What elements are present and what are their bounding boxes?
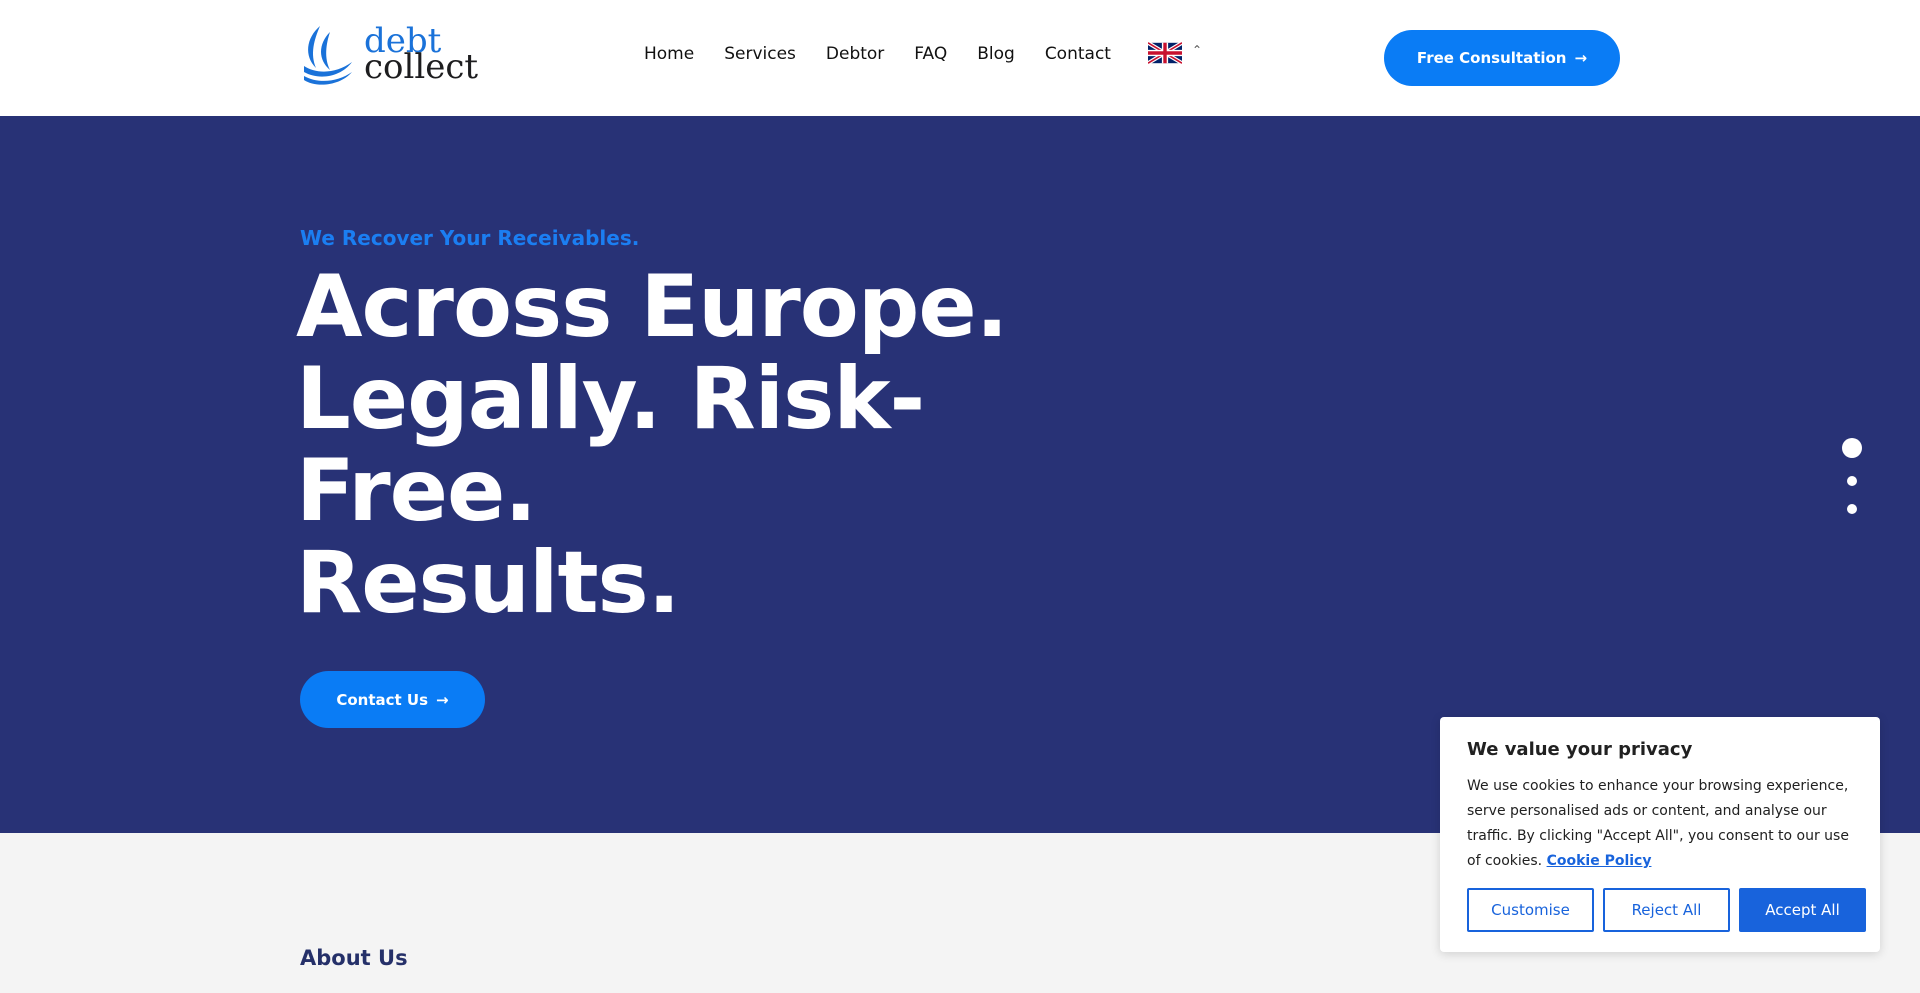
logo[interactable]: debt collect: [300, 22, 480, 86]
about-us-heading: About Us: [300, 946, 408, 970]
nav-services[interactable]: Services: [724, 44, 796, 64]
chevron-up-icon: ⌃: [1192, 43, 1203, 57]
nav-blog[interactable]: Blog: [977, 44, 1015, 64]
hero-title-line: Free.: [296, 441, 537, 541]
main-nav: Home Services Debtor FAQ Blog Contact: [644, 44, 1111, 64]
hero-kicker: We Recover Your Receivables.: [300, 226, 640, 250]
cookie-buttons: Customise Reject All Accept All: [1467, 888, 1866, 932]
free-consultation-button[interactable]: Free Consultation →: [1384, 30, 1620, 86]
logo-mark-icon: [304, 26, 352, 85]
reject-all-button[interactable]: Reject All: [1603, 888, 1730, 932]
cookie-consent-banner: We value your privacy We use cookies to …: [1440, 717, 1880, 952]
slider-dot-3[interactable]: [1847, 504, 1857, 514]
cookie-body: We use cookies to enhance your browsing …: [1467, 774, 1853, 874]
customise-button[interactable]: Customise: [1467, 888, 1594, 932]
contact-us-button[interactable]: Contact Us →: [300, 671, 485, 728]
nav-home[interactable]: Home: [644, 44, 694, 64]
nav-debtor[interactable]: Debtor: [826, 44, 884, 64]
nav-contact[interactable]: Contact: [1045, 44, 1111, 64]
hero-title-line: Results.: [296, 533, 680, 633]
cookie-body-text: We use cookies to enhance your browsing …: [1467, 778, 1849, 869]
language-switcher[interactable]: ⌃: [1148, 40, 1202, 66]
uk-flag-icon: [1148, 41, 1182, 65]
free-consultation-label: Free Consultation: [1416, 49, 1567, 67]
logo-text-line2: collect: [364, 47, 479, 87]
cookie-policy-link[interactable]: Cookie Policy: [1547, 853, 1652, 869]
cookie-title: We value your privacy: [1467, 739, 1693, 760]
site-header: debt collect Home Services Debtor FAQ Bl…: [0, 0, 1920, 116]
hero-title-line: Across Europe.: [296, 257, 1008, 357]
arrow-right-icon: →: [1574, 49, 1588, 67]
slider-dot-1[interactable]: [1842, 438, 1862, 458]
slider-pagination: [1842, 438, 1862, 514]
slider-dot-2[interactable]: [1847, 476, 1857, 486]
nav-faq[interactable]: FAQ: [914, 44, 947, 64]
accept-all-button[interactable]: Accept All: [1739, 888, 1866, 932]
contact-us-label: Contact Us: [336, 690, 429, 709]
arrow-right-icon: →: [436, 690, 449, 709]
hero-title: Across Europe. Legally. Risk- Free. Resu…: [296, 261, 1016, 629]
hero-title-line: Legally. Risk-: [296, 349, 925, 449]
